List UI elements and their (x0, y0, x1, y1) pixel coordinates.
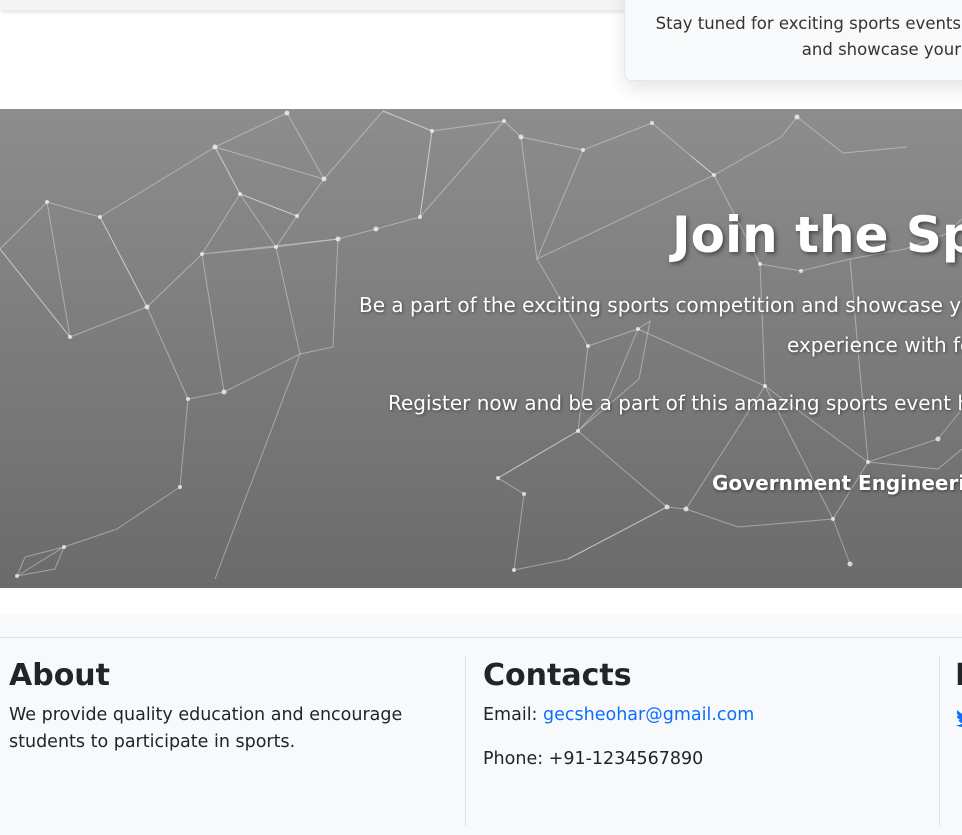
event-card-text: Stay tuned for exciting sports events an… (655, 14, 961, 59)
contacts-heading: Contacts (483, 658, 632, 693)
follow-heading: F (955, 658, 962, 694)
hero-banner: Join the Sports Be a part of the excitin… (0, 109, 962, 588)
hero-college-name: Government Engineering (712, 471, 962, 495)
about-heading: About (9, 658, 111, 693)
twitter-icon[interactable] (955, 706, 962, 732)
hero-title: Join the Sports (672, 206, 962, 264)
column-divider (465, 656, 466, 826)
footer-divider (0, 637, 962, 638)
hero-description-line-1: Be a part of the exciting sports competi… (359, 293, 962, 317)
about-text: We provide quality education and encoura… (9, 705, 403, 752)
event-card: Stay tuned for exciting sports events an… (624, 0, 962, 81)
email-label: Email: (483, 705, 538, 725)
phone-text: Phone: +91-1234567890 (483, 749, 704, 769)
email-link[interactable]: gecsheohar@gmail.com (543, 705, 754, 725)
email-line: Email: gecsheohar@gmail.com (483, 702, 754, 729)
hero-description-line-2: experience with fe (787, 333, 962, 357)
column-divider (939, 656, 940, 826)
hero-register-text: Register now and be a part of this amazi… (388, 391, 962, 415)
site-footer: About We provide quality education and e… (0, 614, 962, 835)
